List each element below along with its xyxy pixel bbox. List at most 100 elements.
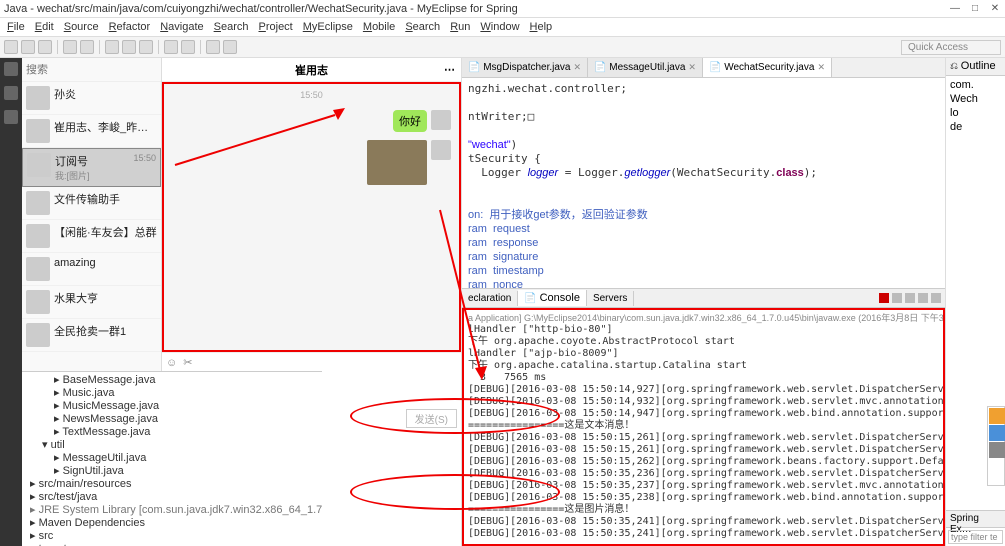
menu-navigate[interactable]: Navigate xyxy=(157,21,206,33)
window-title: Java - wechat/src/main/java/com/cuiyongz… xyxy=(4,3,518,15)
chat-item[interactable]: 孙炎 xyxy=(22,82,161,115)
outline-item[interactable]: lo xyxy=(950,106,1001,120)
discover-icon[interactable] xyxy=(4,110,18,124)
menu-edit[interactable]: Edit xyxy=(32,21,57,33)
tree-item[interactable]: ▸ MessageUtil.java xyxy=(26,452,318,465)
editor-tabs: 📄 MsgDispatcher.java ✕📄 MessageUtil.java… xyxy=(462,58,945,78)
chat-item[interactable]: 文件传输助手 xyxy=(22,187,161,220)
menu-project[interactable]: Project xyxy=(256,21,296,33)
tree-item[interactable]: ▸ src/main/resources xyxy=(26,478,318,491)
chat-preview: 我:[图片] xyxy=(55,169,156,182)
tab-declaration[interactable]: eclaration xyxy=(462,291,518,306)
ime-toolbar[interactable] xyxy=(987,406,1005,486)
search-icon[interactable] xyxy=(164,40,178,54)
chat-menu-icon[interactable]: ⋯ xyxy=(444,63,455,76)
new-package-icon[interactable] xyxy=(122,40,136,54)
code-editor[interactable]: ngzhi.wechat.controller; ntWriter;□ "wec… xyxy=(462,78,945,288)
tab-servers[interactable]: Servers xyxy=(587,291,634,306)
chat-item[interactable]: 【闲能·车友会】总群 xyxy=(22,220,161,253)
tree-item[interactable]: ▾ util xyxy=(26,439,318,452)
chat-name: 全民抢卖一群1 xyxy=(54,323,157,339)
tree-item[interactable]: ▸ BaseMessage.java xyxy=(26,374,318,387)
maximize-icon[interactable]: □ xyxy=(969,3,981,15)
debug-icon[interactable] xyxy=(63,40,77,54)
toolbar[interactable]: Quick Access xyxy=(0,36,1005,58)
outline-item[interactable]: com. xyxy=(950,78,1001,92)
outline-item[interactable]: de xyxy=(950,120,1001,134)
chat-title: 崔用志 xyxy=(295,62,328,78)
avatar xyxy=(26,323,50,347)
console-output[interactable]: a Application] G:\MyEclipse2014\binary\c… xyxy=(462,308,945,546)
run-icon[interactable] xyxy=(80,40,94,54)
menu-source[interactable]: Source xyxy=(61,21,102,33)
menu-myeclipse[interactable]: MyEclipse xyxy=(300,21,356,33)
contacts-icon[interactable] xyxy=(4,86,18,100)
nav-back-icon[interactable] xyxy=(206,40,220,54)
menu-search[interactable]: Search xyxy=(402,21,443,33)
tree-item[interactable]: ▸ JRE System Library [com.sun.java.jdk7.… xyxy=(26,504,318,517)
pin-icon[interactable] xyxy=(918,293,928,303)
tree-item[interactable]: ▸ MusicMessage.java xyxy=(26,400,318,413)
chat-item[interactable]: amazing xyxy=(22,253,161,286)
new-class-icon[interactable] xyxy=(139,40,153,54)
menu-mobile[interactable]: Mobile xyxy=(360,21,398,33)
menu-search[interactable]: Search xyxy=(211,21,252,33)
image-message xyxy=(367,140,427,185)
save-icon[interactable] xyxy=(21,40,35,54)
chat-name: 文件传输助手 xyxy=(54,191,157,207)
tree-item[interactable]: ▸ SignUtil.java xyxy=(26,465,318,478)
chat-name: 【闲能·车友会】总群 xyxy=(54,224,157,240)
tree-item[interactable]: ▸ src xyxy=(26,530,318,543)
open-type-icon[interactable] xyxy=(181,40,195,54)
tab-console[interactable]: 📄 Console xyxy=(518,290,587,306)
chat-item[interactable]: 订阅号我:[图片]15:50 xyxy=(22,148,161,187)
activity-bar xyxy=(0,58,22,546)
remove-icon[interactable] xyxy=(892,293,902,303)
ime-icon[interactable] xyxy=(989,425,1005,441)
new-icon[interactable] xyxy=(4,40,18,54)
save-all-icon[interactable] xyxy=(38,40,52,54)
editor-tab[interactable]: 📄 WechatSecurity.java ✕ xyxy=(703,58,832,77)
close-tab-icon[interactable]: ✕ xyxy=(574,62,582,73)
filter-input[interactable]: type filter te xyxy=(948,530,1003,544)
ime-icon[interactable] xyxy=(989,408,1005,424)
editor-tab[interactable]: 📄 MsgDispatcher.java ✕ xyxy=(462,58,588,77)
chat-item[interactable]: 水果大亨 xyxy=(22,286,161,319)
ext-tools-icon[interactable] xyxy=(105,40,119,54)
close-tab-icon[interactable]: ✕ xyxy=(688,62,696,73)
nav-fwd-icon[interactable] xyxy=(223,40,237,54)
scroll-lock-icon[interactable] xyxy=(931,293,941,303)
minimize-icon[interactable]: — xyxy=(949,3,961,15)
terminate-icon[interactable] xyxy=(879,293,889,303)
emoji-icon[interactable]: ☺ xyxy=(166,357,177,369)
send-button[interactable]: 发送(S) xyxy=(406,409,457,428)
menu-bar[interactable]: File Edit Source RefactorNavigate Search Proj… xyxy=(0,18,1005,36)
tree-item[interactable]: ▸ TextMessage.java xyxy=(26,426,318,439)
tree-item[interactable]: ▸ Music.java xyxy=(26,387,318,400)
quick-access[interactable]: Quick Access xyxy=(901,40,1001,55)
spring-explorer-header: Spring Ex… xyxy=(946,510,1005,528)
tree-item[interactable]: ▸ NewsMessage.java xyxy=(26,413,318,426)
clear-icon[interactable] xyxy=(905,293,915,303)
menu-refactor[interactable]: Refactor xyxy=(106,21,154,33)
project-explorer[interactable]: ▸ BaseMessage.java▸ Music.java▸ MusicMes… xyxy=(22,371,322,546)
chat-icon[interactable] xyxy=(4,62,18,76)
close-tab-icon[interactable]: ✕ xyxy=(817,62,825,73)
attach-icon[interactable]: ✂ xyxy=(183,356,192,369)
menu-run[interactable]: Run xyxy=(447,21,473,33)
chat-name: amazing xyxy=(54,257,157,269)
search-input[interactable] xyxy=(26,64,168,76)
chat-item[interactable]: 全民抢卖一群1 xyxy=(22,319,161,352)
chat-timestamp: 15:50 xyxy=(164,84,459,106)
close-icon[interactable]: ✕ xyxy=(989,3,1001,15)
menu-file[interactable]: File xyxy=(4,21,28,33)
editor-tab[interactable]: 📄 MessageUtil.java ✕ xyxy=(588,58,703,77)
outline-item[interactable]: Wech xyxy=(950,92,1001,106)
tree-item[interactable]: ▸ Maven Dependencies xyxy=(26,517,318,530)
avatar xyxy=(27,153,51,177)
ime-icon[interactable] xyxy=(989,442,1005,458)
menu-window[interactable]: Window xyxy=(477,21,522,33)
chat-item[interactable]: 崔用志、李峻_昨日的星… xyxy=(22,115,161,148)
tree-item[interactable]: ▸ src/test/java xyxy=(26,491,318,504)
menu-help[interactable]: Help xyxy=(527,21,556,33)
